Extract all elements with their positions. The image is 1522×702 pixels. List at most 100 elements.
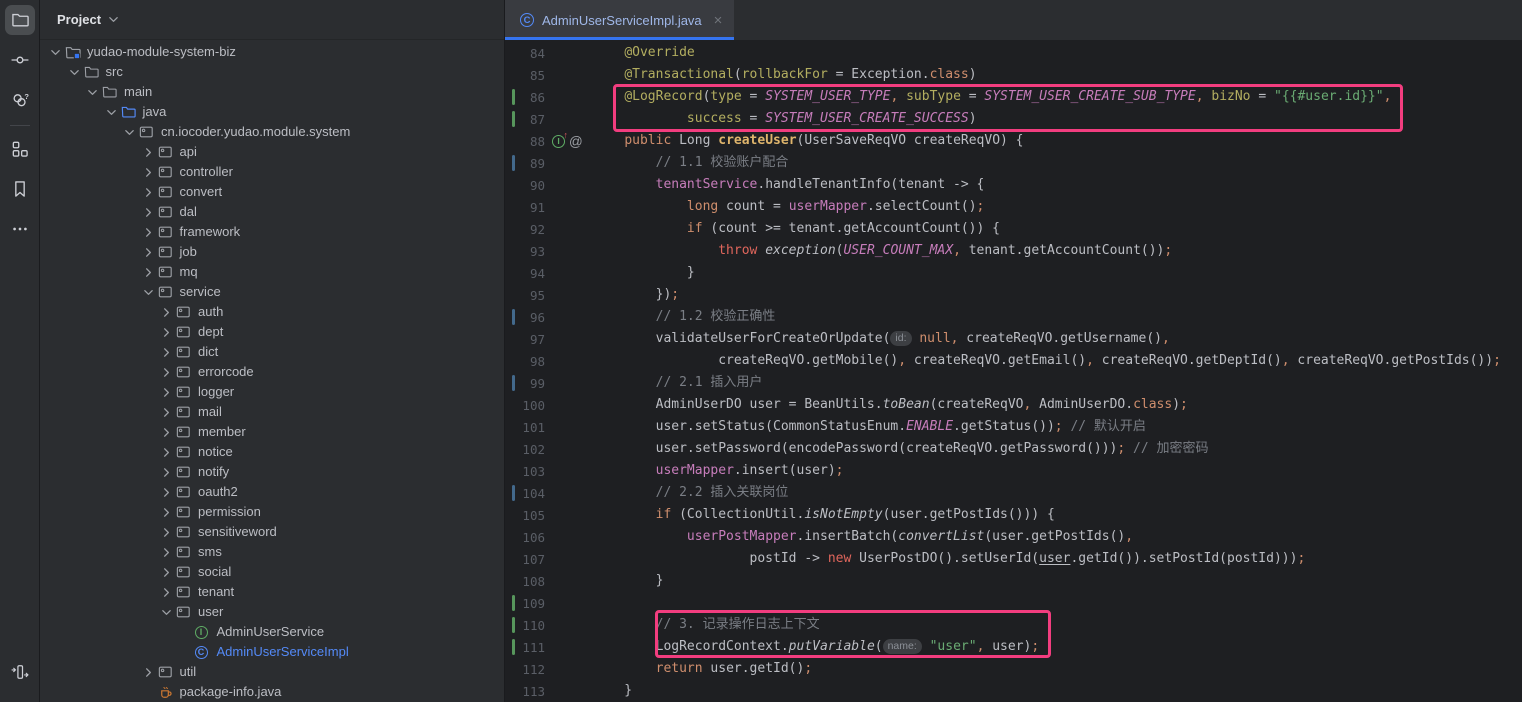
code-line-90[interactable]: 90 tenantService.handleTenantInfo(tenant… xyxy=(505,174,1522,196)
code-line-109[interactable]: 109 xyxy=(505,592,1522,614)
code-text[interactable]: long count = userMapper.selectCount(); xyxy=(593,196,984,218)
collaboration-help-icon[interactable]: ? xyxy=(5,85,35,115)
tree-item-framework[interactable]: framework xyxy=(40,222,504,242)
line-number[interactable]: 102 xyxy=(505,442,545,457)
chevron-down-icon[interactable] xyxy=(139,287,158,298)
line-number[interactable]: 86 xyxy=(505,90,545,105)
code-text[interactable]: user.setPassword(encodePassword(createRe… xyxy=(593,438,1209,460)
line-number[interactable]: 93 xyxy=(505,244,545,259)
tab-adminuserserviceimpl[interactable]: C AdminUserServiceImpl.java × xyxy=(505,0,734,40)
line-number[interactable]: 107 xyxy=(505,552,545,567)
chevron-down-icon[interactable] xyxy=(46,47,65,58)
tree-item-dict[interactable]: dict xyxy=(40,342,504,362)
tree-item-auth[interactable]: auth xyxy=(40,302,504,322)
line-number[interactable]: 87 xyxy=(505,112,545,127)
chevron-right-icon[interactable] xyxy=(157,507,176,518)
tree-item-mail[interactable]: mail xyxy=(40,402,504,422)
tree-item-src[interactable]: src xyxy=(40,62,504,82)
tree-item-permission[interactable]: permission xyxy=(40,502,504,522)
line-number[interactable]: 91 xyxy=(505,200,545,215)
code-text[interactable]: return user.getId(); xyxy=(593,658,812,680)
chevron-right-icon[interactable] xyxy=(157,467,176,478)
tree-item-convert[interactable]: convert xyxy=(40,182,504,202)
code-text[interactable]: // 2.2 插入关联岗位 xyxy=(593,482,788,504)
code-line-111[interactable]: 111 LogRecordContext.putVariable(name: "… xyxy=(505,636,1522,658)
tree-item-sensitiveword[interactable]: sensitiveword xyxy=(40,522,504,542)
chevron-right-icon[interactable] xyxy=(139,167,158,178)
chevron-down-icon[interactable] xyxy=(102,107,121,118)
vcs-added-marker[interactable] xyxy=(512,595,515,611)
tree-item-logger[interactable]: logger xyxy=(40,382,504,402)
tree-item-dept[interactable]: dept xyxy=(40,322,504,342)
code-text[interactable]: tenantService.handleTenantInfo(tenant ->… xyxy=(593,174,984,196)
line-number[interactable]: 103 xyxy=(505,464,545,479)
tree-item-sms[interactable]: sms xyxy=(40,542,504,562)
commit-icon[interactable] xyxy=(5,45,35,75)
code-line-107[interactable]: 107 postId -> new UserPostDO().setUserId… xyxy=(505,548,1522,570)
implements-method-gutter-icon[interactable]: I↑ xyxy=(552,135,565,148)
code-line-87[interactable]: 87 success = SYSTEM_USER_CREATE_SUCCESS) xyxy=(505,108,1522,130)
tree-item-cn-iocoder-yudao-module-system[interactable]: cn.iocoder.yudao.module.system xyxy=(40,122,504,142)
line-number[interactable]: 98 xyxy=(505,354,545,369)
code-text[interactable]: if (CollectionUtil.isNotEmpty(user.getPo… xyxy=(593,504,1055,526)
code-line-103[interactable]: 103 userMapper.insert(user); xyxy=(505,460,1522,482)
code-text[interactable]: } xyxy=(593,680,632,702)
tree-item-notice[interactable]: notice xyxy=(40,442,504,462)
line-number[interactable]: 88 xyxy=(505,134,545,149)
code-text[interactable]: // 1.1 校验账户配合 xyxy=(593,152,788,174)
vcs-modified-marker[interactable] xyxy=(512,309,515,325)
tree-item-notify[interactable]: notify xyxy=(40,462,504,482)
code-line-92[interactable]: 92 if (count >= tenant.getAccountCount()… xyxy=(505,218,1522,240)
code-text[interactable]: // 1.2 校验正确性 xyxy=(593,306,775,328)
tree-item-controller[interactable]: controller xyxy=(40,162,504,182)
code-line-110[interactable]: 110 // 3. 记录操作日志上下文 xyxy=(505,614,1522,636)
code-text[interactable]: // 2.1 插入用户 xyxy=(593,372,762,394)
line-number[interactable]: 110 xyxy=(505,618,545,633)
chevron-down-icon[interactable] xyxy=(83,87,102,98)
line-number[interactable]: 89 xyxy=(505,156,545,171)
code-text[interactable]: @LogRecord(type = SYSTEM_USER_TYPE, subT… xyxy=(593,86,1391,108)
code-line-101[interactable]: 101 user.setStatus(CommonStatusEnum.ENAB… xyxy=(505,416,1522,438)
line-number[interactable]: 108 xyxy=(505,574,545,589)
tree-item-errorcode[interactable]: errorcode xyxy=(40,362,504,382)
code-text[interactable]: LogRecordContext.putVariable(name: "user… xyxy=(593,636,1039,658)
chevron-down-icon[interactable] xyxy=(157,607,176,618)
tree-item-util[interactable]: util xyxy=(40,662,504,682)
code-text[interactable]: userMapper.insert(user); xyxy=(593,460,843,482)
chevron-right-icon[interactable] xyxy=(139,147,158,158)
code-text[interactable]: userPostMapper.insertBatch(convertList(u… xyxy=(593,526,1133,548)
code-line-104[interactable]: 104 // 2.2 插入关联岗位 xyxy=(505,482,1522,504)
chevron-right-icon[interactable] xyxy=(157,427,176,438)
code-text[interactable]: if (count >= tenant.getAccountCount()) { xyxy=(593,218,1000,240)
chevron-right-icon[interactable] xyxy=(157,327,176,338)
tree-item-job[interactable]: job xyxy=(40,242,504,262)
code-text[interactable]: } xyxy=(593,570,663,592)
code-line-113[interactable]: 113 } xyxy=(505,680,1522,702)
tree-item-user[interactable]: user xyxy=(40,602,504,622)
tree-item-java[interactable]: java xyxy=(40,102,504,122)
chevron-right-icon[interactable] xyxy=(157,487,176,498)
code-text[interactable]: throw exception(USER_COUNT_MAX, tenant.g… xyxy=(593,240,1172,262)
code-text[interactable]: @Transactional(rollbackFor = Exception.c… xyxy=(593,64,977,86)
code-line-102[interactable]: 102 user.setPassword(encodePassword(crea… xyxy=(505,438,1522,460)
chevron-right-icon[interactable] xyxy=(157,367,176,378)
code-line-96[interactable]: 96 // 1.2 校验正确性 xyxy=(505,306,1522,328)
code-text[interactable]: user.setStatus(CommonStatusEnum.ENABLE.g… xyxy=(593,416,1146,438)
project-view-selector[interactable]: Project xyxy=(57,12,101,27)
chevron-right-icon[interactable] xyxy=(157,587,176,598)
line-number[interactable]: 105 xyxy=(505,508,545,523)
chevron-right-icon[interactable] xyxy=(157,387,176,398)
tree-item-dal[interactable]: dal xyxy=(40,202,504,222)
close-icon[interactable]: × xyxy=(714,13,723,28)
code-line-89[interactable]: 89 // 1.1 校验账户配合 xyxy=(505,152,1522,174)
code-text[interactable]: createReqVO.getMobile(), createReqVO.get… xyxy=(593,350,1501,372)
code-text[interactable]: @Override xyxy=(593,42,695,64)
vcs-modified-marker[interactable] xyxy=(512,485,515,501)
chevron-right-icon[interactable] xyxy=(139,207,158,218)
line-number[interactable]: 92 xyxy=(505,222,545,237)
chevron-right-icon[interactable] xyxy=(139,227,158,238)
chevron-right-icon[interactable] xyxy=(157,547,176,558)
line-number[interactable]: 112 xyxy=(505,662,545,677)
vcs-modified-marker[interactable] xyxy=(512,155,515,171)
code-text[interactable]: public Long createUser(UserSaveReqVO cre… xyxy=(593,130,1024,152)
